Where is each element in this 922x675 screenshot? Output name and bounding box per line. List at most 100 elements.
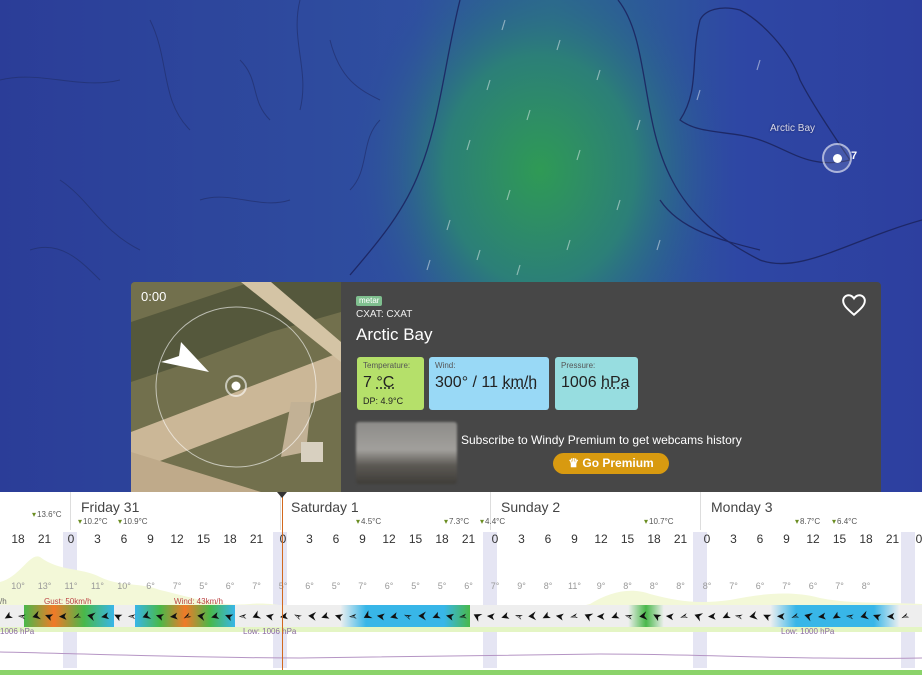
wind-unit-cut: /h	[0, 597, 7, 606]
forecast-panel[interactable]: Friday 31 Saturday 1 Sunday 2 Monday 3 18 21…	[0, 492, 922, 675]
temp-max-marker: 6.4°C	[832, 517, 857, 526]
hour-label: 21	[37, 532, 52, 546]
pressure-tile[interactable]: Pressure: 1006 hPa	[555, 357, 638, 410]
hourly-temp: 8°	[676, 581, 685, 591]
dewpoint-value: DP: 4.9°C	[363, 396, 404, 406]
forecast-bottom-bar	[0, 670, 922, 675]
temp-max-marker: 4.4°C	[480, 517, 505, 526]
wind-arrow-icon: ➢	[347, 609, 359, 623]
hour-label: 12	[170, 532, 184, 546]
go-premium-label: Go Premium	[582, 456, 654, 470]
wind-arrow-icon: ➢	[237, 609, 248, 623]
wind-arrow-icon: ➤	[278, 609, 290, 623]
wind-arrow-icon: ➤	[375, 609, 387, 623]
hour-label: 12	[594, 532, 608, 546]
hour-label: 15	[620, 532, 635, 546]
current-time-line[interactable]	[282, 492, 283, 675]
hourly-temp: 8°	[649, 581, 659, 591]
hourly-temp: 5°	[331, 581, 341, 591]
webcam-time: 0:00	[141, 289, 167, 304]
hourly-temp: 7°	[358, 581, 367, 591]
webcam-image[interactable]: 0:00	[131, 282, 341, 492]
go-premium-button[interactable]: ♛ Go Premium	[553, 453, 669, 474]
hour-label: 9	[783, 532, 790, 546]
wind-arrow-icon: ➤	[596, 609, 607, 623]
pressure-left: 1006 hPa	[0, 627, 35, 636]
hourly-temp: 6°	[464, 581, 473, 591]
pressure-graph	[0, 651, 922, 659]
temp-max-marker: 10.2°C	[78, 517, 108, 526]
station-name: Arctic Bay	[356, 325, 433, 344]
hour-label: 15	[196, 532, 211, 546]
hourly-temp: 6°	[384, 581, 394, 591]
hour-label: 0	[703, 532, 711, 546]
day-label[interactable]: Friday 31	[81, 499, 139, 515]
hour-label: 3	[730, 532, 737, 546]
hourly-temp: 11°	[91, 581, 104, 591]
hour-label: 9	[147, 532, 154, 546]
temperature-tile[interactable]: Temperature: 7 °C DP: 4.9°C	[357, 357, 424, 410]
hour-label: 21	[673, 532, 688, 546]
hourly-temp: 9°	[517, 581, 526, 591]
pressure-label: Pressure:	[561, 361, 596, 370]
webcam-satellite	[131, 282, 341, 492]
gust-label: Gust: 50km/h	[44, 597, 92, 606]
wind-max-label: Wind: 43km/h	[174, 597, 223, 606]
hourly-temp: 10°	[117, 581, 131, 591]
hour-label: 21	[461, 532, 476, 546]
wind-arrow-icon: ⮞	[196, 609, 206, 623]
hour-label: 15	[832, 532, 847, 546]
hour-label: 0	[67, 532, 75, 546]
hour-label: 6	[332, 532, 340, 546]
hour-label: 18	[11, 532, 25, 546]
temp-max-marker: 10.9°C	[118, 517, 148, 526]
hour-label: 3	[518, 532, 525, 546]
hour-label: 21	[885, 532, 900, 546]
wind-arrow-icon: ➤	[886, 609, 897, 623]
day-separator	[70, 492, 71, 530]
day-label[interactable]: Saturday 1	[291, 499, 359, 515]
hour-label: 3	[306, 532, 313, 546]
webcam-thumbnail[interactable]	[356, 422, 457, 484]
hour-label: 9	[359, 532, 366, 546]
wind-arrow-icon: ➢	[844, 609, 856, 623]
hour-label: 12	[806, 532, 820, 546]
hourly-temp: 5°	[271, 581, 295, 591]
station-marker[interactable]	[822, 143, 852, 173]
wind-value: 300° / 11 km/h	[435, 374, 538, 391]
hourly-temp: 8°	[623, 581, 632, 591]
wind-arrow-icon: ⮞	[638, 609, 648, 623]
hourly-temp: 8°	[861, 581, 871, 591]
temperature-value: 7 °C	[363, 374, 395, 391]
hourly-temp: 9°	[596, 581, 606, 591]
timeline-handle[interactable]	[277, 492, 287, 498]
hour-label: 6	[544, 532, 552, 546]
crown-icon: ♛	[568, 456, 580, 470]
hourly-temp: 6°	[146, 581, 155, 591]
station-count-badge[interactable]: 7	[851, 150, 857, 162]
pressure-low-2: Low: 1000 hPa	[781, 627, 835, 636]
wind-arrow-icon: ➤	[485, 609, 497, 623]
temperature-label: Temperature:	[363, 361, 411, 370]
wind-arrow-icon: ⮞	[748, 609, 759, 623]
station-popup: 0:00 metar CXAT: CXAT Arctic Bay Tempera…	[131, 282, 881, 492]
heart-icon[interactable]	[841, 292, 867, 318]
hour-label: 6	[756, 532, 764, 546]
hour-label: 0	[279, 532, 287, 546]
hour-label: 3	[94, 532, 101, 546]
day-label[interactable]: Sunday 2	[501, 499, 560, 515]
wind-arrow-icon: ➤	[98, 609, 111, 623]
metar-badge: metar	[356, 296, 383, 306]
wind-arrow-icon: ➢	[567, 609, 580, 623]
wind-arrow-icon: ➤	[706, 609, 717, 623]
wind-arrow-icon: ➤	[775, 609, 786, 623]
hourly-temp: 6°	[305, 581, 314, 591]
wind-arrow-icon: ➤	[58, 609, 69, 623]
wind-arrow-icon: ➢	[127, 609, 138, 623]
hourly-temp: 8°	[543, 581, 553, 591]
wind-arrow-icon: ⮞	[418, 610, 426, 622]
wind-tile[interactable]: Wind: 300° / 11 km/h	[429, 357, 549, 410]
day-label[interactable]: Monday 3	[711, 499, 772, 515]
day-separator	[700, 492, 701, 530]
city-label[interactable]: Arctic Bay	[770, 123, 815, 134]
